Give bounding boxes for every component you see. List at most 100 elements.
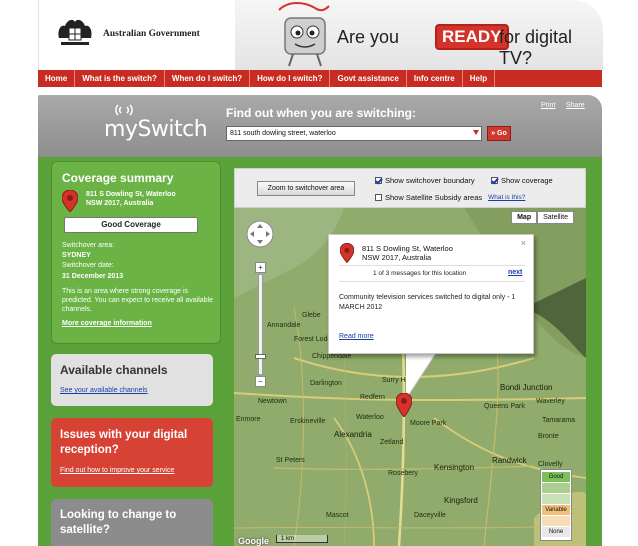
popup-address-line2: NSW 2017, Australia (362, 253, 432, 262)
checkbox-checked-icon (491, 177, 498, 184)
map-label: Alexandria (334, 430, 372, 439)
checkbox-checked-icon (375, 177, 382, 184)
checkbox-unchecked-icon (375, 194, 382, 201)
legend-good: Good (542, 472, 570, 482)
pan-control-icon[interactable] (246, 220, 274, 248)
address-select[interactable]: 811 south dowling street, waterloo (226, 126, 482, 141)
reception-issues-title: Issues with your digital reception? (60, 429, 188, 456)
available-channels-title: Available channels (60, 363, 168, 377)
legend-none: None (542, 527, 570, 537)
coverage-description: This is an area where strong coverage is (62, 288, 189, 295)
page: Australian Government Are you READY for … (0, 0, 638, 546)
location-pin-icon (340, 243, 354, 263)
divider (339, 265, 525, 266)
satellite-panel: Looking to change to satellite? (51, 499, 213, 546)
map-label: Waterloo (356, 414, 384, 421)
switchover-boundary-checkbox[interactable]: Show switchover boundary (375, 176, 475, 185)
switchover-area-value: SYDNEY (62, 252, 91, 259)
map-label: Bondi Junction (500, 383, 553, 392)
map-label: Erskineville (290, 418, 326, 425)
map-label: Kensington (434, 463, 475, 472)
google-logo: Google (238, 536, 269, 546)
legend-swatch (542, 516, 570, 526)
promo-lead-text: Are you (337, 27, 400, 47)
map-tab[interactable]: Map (511, 211, 538, 224)
read-more-link[interactable]: Read more (339, 333, 374, 340)
coverage-description: predicted. You can expect to receive all… (62, 297, 213, 304)
map-label: Enmore (236, 416, 261, 423)
address-value: 811 south dowling street, waterloo (230, 130, 336, 137)
nav-home[interactable]: Home (38, 70, 76, 87)
government-name: Australian Government (103, 29, 200, 39)
satellite-subsidy-checkbox[interactable]: Show Satellite Subsidy areas What is thi… (375, 193, 525, 202)
nav-info-centre[interactable]: Info centre (407, 70, 463, 87)
map-label: Chippendale (312, 353, 352, 360)
zoom-out-button[interactable]: − (255, 376, 266, 387)
more-coverage-link[interactable]: More coverage information (62, 320, 152, 327)
map-label: Redfern (360, 394, 385, 401)
available-channels-link[interactable]: See your available channels (60, 387, 148, 394)
go-button[interactable]: » Go (487, 126, 511, 141)
share-link[interactable]: Share (566, 102, 585, 109)
satellite-title: Looking to change to satellite? (60, 509, 177, 536)
coverage-checkbox[interactable]: Show coverage (491, 176, 553, 185)
coat-of-arms-icon (58, 19, 92, 45)
map-label: Glebe (302, 312, 321, 319)
map-controls: Zoom to switchover area Show switchover … (234, 168, 586, 208)
switchover-boundary-label: Show switchover boundary (385, 176, 475, 185)
map-label: Randwick (492, 456, 527, 465)
nav-govt-assistance[interactable]: Govt assistance (330, 70, 407, 87)
popup-address-line1: 811 S Dowling St, Waterloo (362, 244, 453, 253)
satellite-tab[interactable]: Satellite (537, 211, 574, 224)
map-label: Waverley (536, 398, 565, 405)
zoom-slider-handle[interactable] (255, 354, 266, 359)
dropdown-arrow-icon (473, 130, 479, 135)
nav-how-do-i-switch[interactable]: How do I switch? (250, 70, 331, 87)
legend-swatch (542, 494, 570, 504)
promo-tail-text: for digital TV? (499, 27, 573, 68)
site-header: Australian Government Are you READY for … (38, 0, 603, 70)
close-icon[interactable]: × (521, 238, 526, 248)
coverage-description: channels. (62, 306, 92, 313)
next-message-link[interactable]: next (508, 269, 522, 276)
popup-message: Community television services switched t… (339, 294, 516, 311)
map-label: Tamarama (542, 417, 576, 424)
message-count: 1 of 3 messages for this location (373, 270, 467, 277)
nav-help[interactable]: Help (463, 70, 496, 87)
switchover-date-value: 31 December 2013 (62, 273, 124, 280)
coverage-status-badge: Good Coverage (64, 217, 198, 233)
legend-variable: Variable (542, 505, 570, 515)
map-marker-icon[interactable] (396, 393, 412, 417)
map-label: Queens Park (484, 403, 525, 410)
coverage-map[interactable]: Map Satellite Annandale Forest Lodge Gle… (234, 208, 586, 546)
nav-when-do-i-switch[interactable]: When do I switch? (165, 70, 251, 87)
myswitch-logo: mySwitch (104, 117, 208, 142)
what-is-this-link[interactable]: What is this? (488, 194, 525, 201)
satellite-subsidy-label: Show Satellite Subsidy areas (385, 193, 483, 202)
reception-issues-panel: Issues with your digital reception? Find… (51, 418, 213, 487)
myswitch-bar: mySwitch Find out when you are switching… (38, 95, 602, 157)
switchover-area-label: Switchover area: (62, 242, 115, 249)
map-label: Rosebery (388, 470, 418, 477)
zoom-in-button[interactable]: + (255, 262, 266, 273)
map-label: Newtown (258, 398, 287, 405)
print-link[interactable]: Print (541, 102, 555, 109)
popup-tail (406, 353, 437, 399)
coverage-label: Show coverage (501, 176, 553, 185)
map-label: Darlington (310, 380, 342, 387)
improve-service-link[interactable]: Find out how to improve your service (60, 467, 174, 474)
map-label: Annandale (267, 322, 301, 329)
map-label: Zetland (380, 439, 404, 446)
nav-what-is-the-switch[interactable]: What is the switch? (75, 70, 165, 87)
main-nav: Home What is the switch? When do I switc… (38, 70, 602, 87)
map-label: Bronte (538, 433, 559, 440)
find-title: Find out when you are switching: (226, 106, 417, 120)
coverage-summary-title: Coverage summary (62, 171, 174, 185)
ready-badge: READY (435, 24, 509, 50)
location-info-popup: × 811 S Dowling St, Waterloo NSW 2017, A… (328, 234, 534, 354)
zoom-to-switchover-button[interactable]: Zoom to switchover area (257, 181, 355, 196)
map-scale: 1 km (276, 535, 328, 543)
summary-address-line1: 811 S Dowling St, Waterloo (86, 191, 176, 198)
zoom-slider[interactable] (258, 274, 263, 375)
divider (339, 281, 525, 282)
